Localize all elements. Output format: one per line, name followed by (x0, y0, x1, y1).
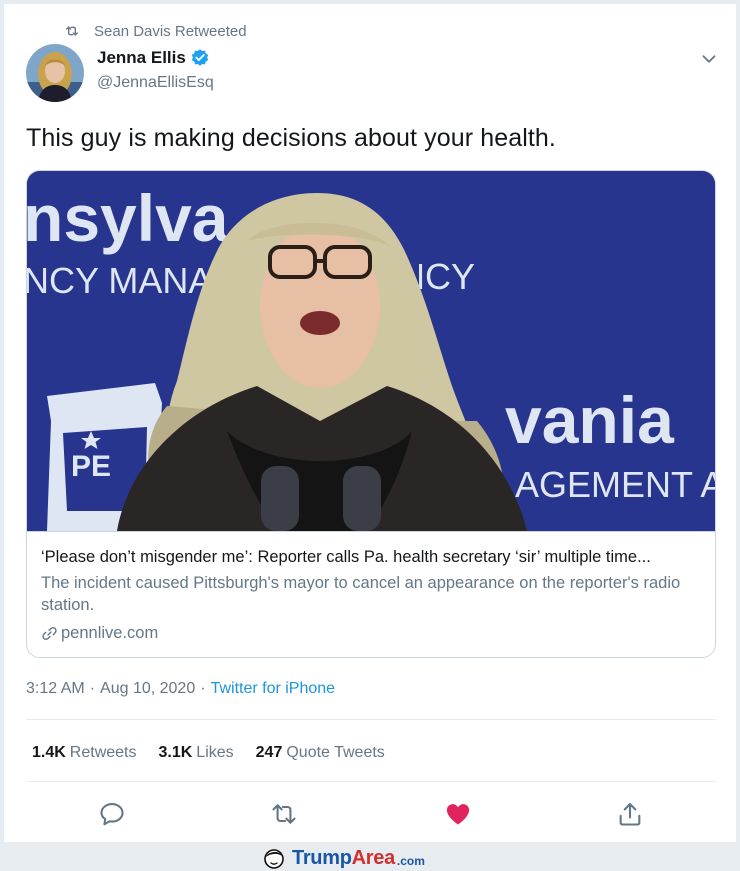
link-preview-body: ‘Please don’t misgender me’: Reporter ca… (27, 531, 715, 657)
share-button[interactable] (616, 800, 644, 828)
like-button[interactable] (444, 800, 472, 828)
watermark: Trump Area .com (262, 846, 425, 870)
quote-tweets-count: 247 (255, 744, 283, 761)
watermark-com: .com (396, 854, 425, 868)
chevron-down-icon[interactable] (698, 48, 720, 70)
watermark-area: Area (351, 846, 396, 869)
meta-separator: · (89, 680, 96, 697)
link-preview-image: nsylva NCY MANAG NCY vania AGEMENT AC PE (27, 171, 716, 531)
verified-badge-icon (191, 49, 208, 66)
tweet-text: This guy is making decisions about your … (26, 124, 556, 152)
likes-stat[interactable]: 3.1K Likes (159, 744, 234, 762)
backdrop-text-5: AGEMENT AC (515, 464, 716, 505)
retweets-label: Retweets (69, 744, 137, 761)
author-handle[interactable]: @JennaEllisEsq (97, 74, 214, 92)
quote-tweets-stat[interactable]: 247 Quote Tweets (256, 744, 385, 762)
link-preview-card[interactable]: nsylva NCY MANAG NCY vania AGEMENT AC PE (26, 170, 716, 658)
retweeted-by[interactable]: Sean Davis Retweeted (64, 20, 247, 42)
retweet-icon (272, 804, 296, 824)
retweet-icon (66, 26, 78, 36)
watermark-trump: Trump (292, 846, 352, 869)
reply-button[interactable] (98, 800, 126, 828)
tweet-time[interactable]: 3:12 AM (26, 680, 85, 698)
reply-icon (100, 803, 124, 826)
backdrop-text-1: nsylva (27, 181, 230, 255)
link-preview-domain-text: pennlive.com (61, 624, 159, 642)
tweet-date[interactable]: Aug 10, 2020 (100, 680, 195, 698)
likes-count: 3.1K (158, 744, 193, 761)
like-icon (446, 804, 470, 825)
retweets-stat[interactable]: 1.4K Retweets (32, 744, 137, 762)
meta-separator-2: · (200, 680, 206, 697)
avatar[interactable] (26, 44, 84, 102)
link-preview-title[interactable]: ‘Please don’t misgender me’: Reporter ca… (41, 546, 703, 568)
author-name-line[interactable]: Jenna Ellis (97, 48, 210, 68)
trump-hair-logo-icon (264, 849, 284, 869)
tweet-source-link[interactable]: Twitter for iPhone (211, 680, 336, 698)
tweet-meta: 3:12 AM · Aug 10, 2020 · Twitter for iPh… (26, 680, 335, 698)
tweet-card: Sean Davis Retweeted Jenna Ellis @JennaE… (4, 4, 736, 842)
tweet-actions (26, 794, 716, 834)
divider-bottom (26, 781, 716, 782)
likes-label: Likes (196, 744, 234, 761)
retweeted-by-label: Sean Davis Retweeted (94, 22, 247, 40)
author-display-name[interactable]: Jenna Ellis (97, 48, 186, 68)
quote-tweets-label: Quote Tweets (286, 744, 385, 761)
backdrop-text-4: vania (505, 383, 675, 457)
retweet-button[interactable] (270, 800, 298, 828)
link-icon (42, 626, 57, 640)
link-preview-description: The incident caused Pittsburgh's mayor t… (41, 574, 681, 614)
divider-top (26, 719, 716, 720)
link-preview-domain: pennlive.com (41, 622, 703, 644)
profile-photo (26, 44, 84, 102)
tweet-stats: 1.4K Retweets 3.1K Likes 247 Quote Tweets (32, 744, 407, 762)
backdrop-badge: PE (71, 450, 111, 483)
share-icon (619, 803, 641, 826)
retweets-count: 1.4K (32, 744, 66, 761)
